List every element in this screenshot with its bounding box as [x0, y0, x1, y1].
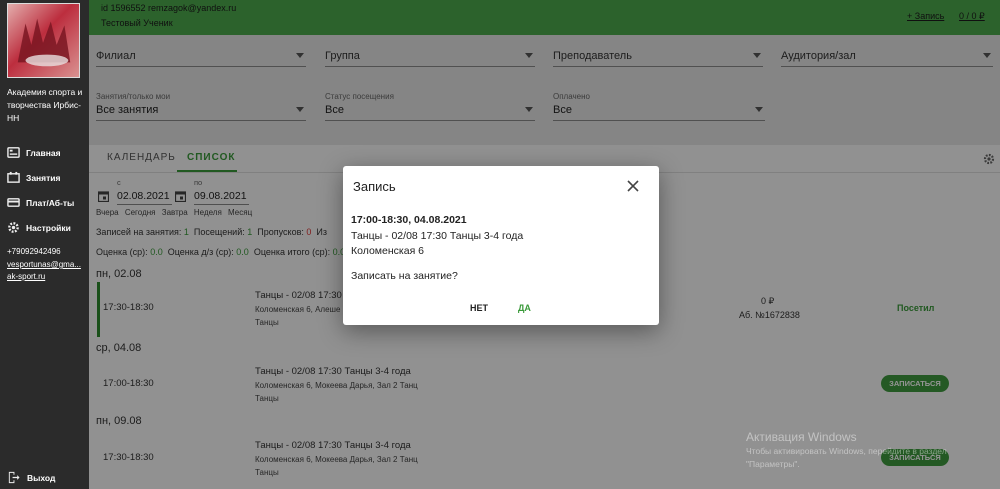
- confirm-button[interactable]: ДА: [518, 303, 531, 313]
- logo: [7, 3, 80, 78]
- dialog-title: Запись: [353, 179, 396, 194]
- sidebar: Академия спорта и творчества Ирбис-НН Гл…: [0, 0, 89, 489]
- dialog-datetime: 17:00-18:30, 04.08.2021: [351, 214, 467, 226]
- email-link-continued[interactable]: ak-sport.ru: [7, 272, 45, 281]
- close-icon[interactable]: [627, 180, 639, 192]
- sidebar-item-settings[interactable]: Настройки: [7, 221, 71, 234]
- sidebar-item-label: Главная: [26, 147, 61, 158]
- windows-activation-watermark: Активация Windows Чтобы активировать Win…: [746, 430, 947, 470]
- sidebar-item-payments[interactable]: Плат/Аб-ты: [7, 196, 74, 209]
- payments-icon: [7, 198, 20, 207]
- logout-label: Выход: [27, 472, 56, 483]
- watermark-text: Чтобы активировать Windows, перейдите в …: [746, 446, 947, 456]
- enroll-dialog: Запись 17:00-18:30, 04.08.2021 Танцы - 0…: [343, 166, 659, 325]
- lessons-icon: [7, 171, 20, 183]
- org-name: Академия спорта и творчества Ирбис-НН: [7, 87, 83, 123]
- phone: +79092942496: [7, 247, 61, 256]
- sidebar-item-label: Плат/Аб-ты: [26, 197, 75, 208]
- sidebar-item-label: Занятия: [26, 172, 61, 183]
- dialog-lesson: Танцы - 02/08 17:30 Танцы 3-4 года: [351, 230, 524, 242]
- sidebar-item-lessons[interactable]: Занятия: [7, 171, 61, 184]
- settings-icon: [8, 222, 19, 233]
- email-link[interactable]: vesportunas@gma...: [7, 260, 81, 269]
- sidebar-item-label: Настройки: [26, 222, 71, 233]
- dashboard-icon: [7, 147, 20, 158]
- logout-icon: [8, 471, 20, 484]
- modal-backdrop-top: [89, 0, 1000, 35]
- sidebar-item-home[interactable]: Главная: [7, 146, 61, 159]
- logout-button[interactable]: Выход: [7, 471, 55, 484]
- dialog-location: Коломенская 6: [351, 245, 425, 257]
- watermark-text-continued: "Параметры".: [746, 459, 800, 469]
- watermark-title: Активация Windows: [746, 430, 857, 444]
- cancel-button[interactable]: НЕТ: [470, 303, 488, 313]
- dialog-question: Записать на занятие?: [351, 270, 458, 282]
